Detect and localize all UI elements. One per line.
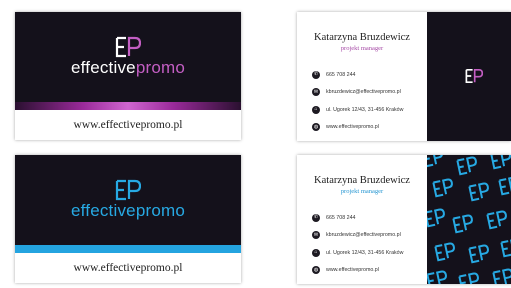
business-card-back-blue: Katarzyna Bruzdewicz projekt manager ✆ 66… xyxy=(297,155,511,284)
home-icon: ⌂ xyxy=(312,105,320,114)
accent-stripe xyxy=(15,245,241,253)
home-icon: ⌂ xyxy=(312,248,320,257)
ep-monogram-icon xyxy=(465,68,483,84)
phone-icon: ✆ xyxy=(312,213,320,222)
logo-wordmark: effectivepromo xyxy=(15,58,241,78)
ep-pattern-icon xyxy=(427,155,511,284)
logo-word-promo: promo xyxy=(135,201,185,220)
logo-wordmark: effectivepromo xyxy=(15,201,241,221)
accent-stripe xyxy=(15,102,241,110)
contact-phone: ✆ 665 708 244 xyxy=(312,213,356,222)
globe-icon: ◍ xyxy=(312,123,320,131)
pattern-panel xyxy=(427,155,511,284)
person-role: projekt manager xyxy=(340,45,384,52)
contact-list: ✆ 665 708 244 ✉ kbruzdewicz@effectivepromo… xyxy=(312,212,403,282)
contact-address: ⌂ ul. Ugorek 12/43, 31-456 Kraków xyxy=(312,104,403,115)
logo: effectivepromo xyxy=(15,179,241,221)
logo: effectivepromo xyxy=(15,36,241,78)
phone-icon: ✆ xyxy=(312,70,320,79)
dark-panel xyxy=(427,12,511,141)
logo-word-effective: effective xyxy=(71,201,136,220)
contact-phone: ✆ 665 708 244 xyxy=(312,70,356,79)
person-name: Katarzyna Bruzdewicz xyxy=(314,175,410,186)
contact-address: ⌂ ul. Ugorek 12/43, 31-456 Kraków xyxy=(312,247,403,258)
person-role: projekt manager xyxy=(340,188,384,195)
website-text: www.effectivepromo.pl xyxy=(15,110,241,140)
website-text: www.effectivepromo.pl xyxy=(15,253,241,283)
business-card-front-pink: effectivepromo www.effectivepromo.pl xyxy=(15,12,241,140)
contact-web: ◍ www.effectivepromo.pl xyxy=(312,266,379,274)
contact-email: ✉ kbruzdewicz@effectivepromo.pl xyxy=(312,88,401,96)
contact-email: ✉ kbruzdewicz@effectivepromo.pl xyxy=(312,231,401,239)
ep-monogram-icon xyxy=(115,36,141,58)
contact-web: ◍ www.effectivepromo.pl xyxy=(312,123,379,131)
logo-word-effective: effective xyxy=(71,58,136,77)
person-name: Katarzyna Bruzdewicz xyxy=(314,32,410,43)
logo-word-promo: promo xyxy=(135,58,185,77)
business-card-front-blue: effectivepromo www.effectivepromo.pl xyxy=(15,155,241,283)
email-icon: ✉ xyxy=(312,88,320,96)
contact-list: ✆ 665 708 244 ✉ kbruzdewicz@effectivepromo… xyxy=(312,69,403,139)
email-icon: ✉ xyxy=(312,231,320,239)
ep-monogram-icon xyxy=(115,179,141,201)
business-card-back-pink: Katarzyna Bruzdewicz projekt manager ✆ 66… xyxy=(297,12,511,141)
globe-icon: ◍ xyxy=(312,266,320,274)
